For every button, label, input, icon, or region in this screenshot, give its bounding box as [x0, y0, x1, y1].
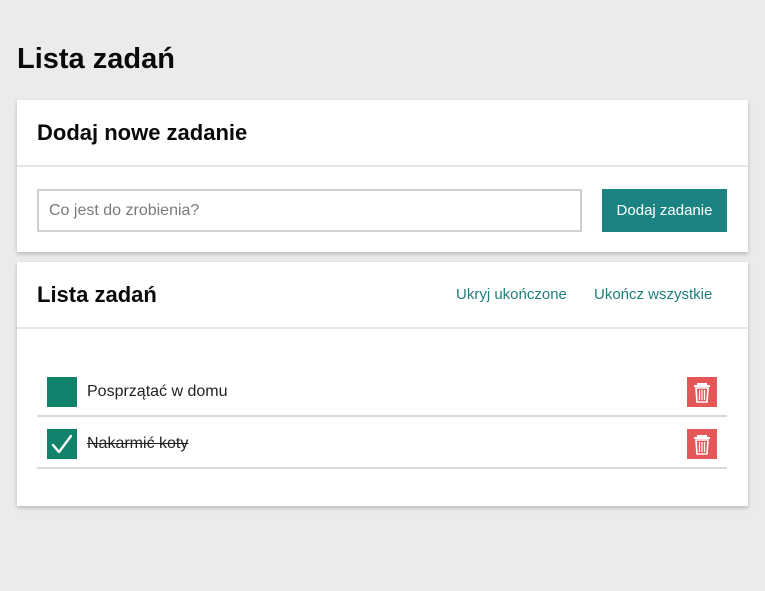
- task-list: Posprzątać w domu Nakarmić koty: [37, 366, 727, 469]
- task-checkbox-checked[interactable]: [47, 429, 77, 459]
- delete-task-button[interactable]: [687, 429, 717, 459]
- task-checkbox[interactable]: [47, 377, 77, 407]
- trash-icon: [694, 435, 710, 455]
- task-list-title: Lista zadań: [37, 282, 157, 307]
- add-task-card: Dodaj nowe zadanie Dodaj zadanie: [17, 100, 748, 252]
- add-task-title: Dodaj nowe zadanie: [37, 120, 248, 145]
- task-item: Nakarmić koty: [37, 417, 727, 469]
- task-list-card: Lista zadań Ukryj ukończone Ukończ wszys…: [17, 262, 748, 506]
- delete-task-button[interactable]: [687, 377, 717, 407]
- trash-icon: [694, 383, 710, 403]
- complete-all-link[interactable]: Ukończ wszystkie: [594, 286, 712, 304]
- new-task-input[interactable]: [37, 189, 582, 232]
- add-task-button[interactable]: Dodaj zadanie: [602, 189, 727, 232]
- task-item: Posprzątać w domu: [37, 366, 727, 417]
- task-label: Posprzątać w domu: [87, 383, 228, 400]
- add-task-card-header: Dodaj nowe zadanie: [17, 100, 748, 167]
- task-list-card-header: Lista zadań Ukryj ukończone Ukończ wszys…: [17, 262, 748, 329]
- task-label: Nakarmić koty: [87, 435, 189, 452]
- page-title: Lista zadań: [17, 43, 175, 75]
- checkmark-icon: [51, 434, 73, 454]
- hide-completed-link[interactable]: Ukryj ukończone: [456, 286, 567, 304]
